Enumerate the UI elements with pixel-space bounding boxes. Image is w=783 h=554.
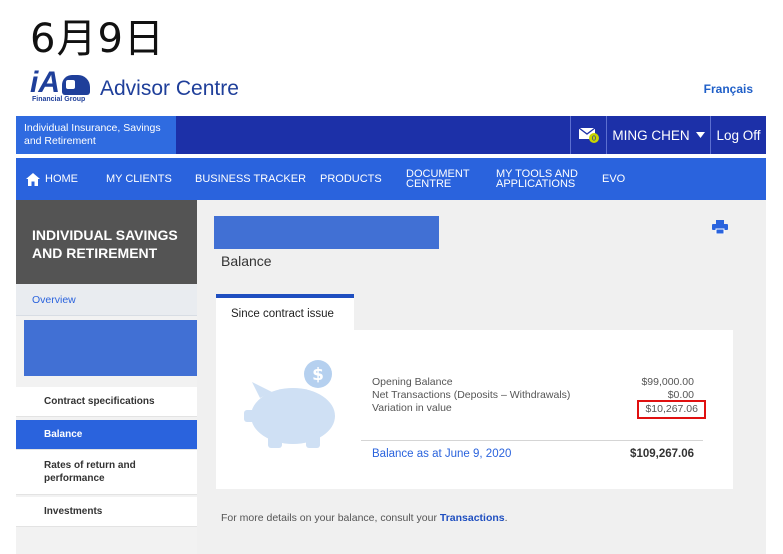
piggy-bank-icon: $ [244, 360, 335, 448]
nav-products[interactable]: PRODUCTS [320, 158, 382, 200]
brand: iA Financial Group Advisor Centre [30, 66, 239, 106]
language-link[interactable]: Français [704, 82, 753, 96]
sidebar-item-contract-specifications[interactable]: Contract specifications [16, 387, 197, 417]
balance-rows: Opening Balance $99,000.00 Net Transacti… [372, 376, 706, 419]
mail-count: 0 [591, 135, 595, 143]
footnote-text: For more details on your balance, consul… [221, 512, 440, 524]
nav-document-centre[interactable]: DOCUMENT CENTRE [406, 158, 470, 200]
logo-subtext: Financial Group [32, 96, 86, 103]
section-label[interactable]: Individual Insurance, Savings and Retire… [16, 116, 176, 154]
nav-home-label: HOME [45, 173, 78, 185]
logoff-button[interactable]: Log Off [710, 116, 766, 154]
date-heading: 6月9日 [30, 16, 165, 62]
sidebar-heading: INDIVIDUAL SAVINGS AND RETIREMENT [16, 200, 197, 284]
sidebar-item-overview[interactable]: Overview [16, 284, 197, 316]
total-amount: $109,267.06 [630, 448, 694, 460]
elephant-icon [62, 75, 90, 95]
home-icon [26, 172, 40, 186]
nav-my-clients[interactable]: MY CLIENTS [106, 158, 172, 200]
footnote-suffix: . [504, 512, 508, 524]
row-label: Opening Balance [372, 376, 453, 388]
divider [361, 440, 703, 441]
row-label: Net Transactions (Deposits – Withdrawals… [372, 389, 571, 401]
balance-total: Balance as at June 9, 2020 $109,267.06 [372, 448, 694, 460]
sidebar-item-rates-of-return[interactable]: Rates of return and performance [16, 450, 197, 495]
nav-evo[interactable]: EVO [602, 158, 625, 200]
footnote: For more details on your balance, consul… [221, 512, 508, 524]
nav-my-tools[interactable]: MY TOOLS AND APPLICATIONS [496, 158, 578, 200]
ia-logo[interactable]: iA Financial Group [30, 66, 92, 106]
main-content: Balance Since contract issue $ Opening B… [197, 200, 766, 554]
app-title: Advisor Centre [100, 77, 239, 100]
top-bar: Individual Insurance, Savings and Retire… [16, 116, 766, 154]
mail-button[interactable]: 0 [570, 116, 606, 154]
transactions-link[interactable]: Transactions [440, 512, 505, 524]
user-name: MING CHEN [612, 127, 690, 143]
mail-icon: 0 [578, 127, 599, 143]
sidebar-item-investments[interactable]: Investments [16, 497, 197, 527]
row-label: Variation in value [372, 402, 452, 414]
user-menu[interactable]: MING CHEN [606, 116, 710, 154]
tab-since-contract-issue[interactable]: Since contract issue [216, 294, 354, 330]
redacted-contract-title [214, 216, 439, 249]
nav-home[interactable]: HOME [26, 158, 78, 200]
print-icon[interactable] [712, 220, 728, 234]
sidebar-item-balance[interactable]: Balance [16, 420, 204, 450]
redacted-block [24, 320, 212, 376]
caret-down-icon [695, 132, 705, 138]
svg-text:$: $ [312, 365, 324, 385]
row-value: $99,000.00 [641, 376, 694, 388]
total-label: Balance as at June 9, 2020 [372, 448, 512, 460]
row-variation-in-value: Variation in value $10,267.06 [372, 400, 706, 419]
logo-text: iA [30, 66, 60, 99]
page-title: Balance [221, 253, 272, 269]
main-nav: HOME MY CLIENTS BUSINESS TRACKER PRODUCT… [16, 158, 766, 200]
highlighted-value: $10,267.06 [637, 400, 706, 419]
balance-card: $ Opening Balance $99,000.00 Net Transac… [216, 330, 733, 489]
nav-business-tracker[interactable]: BUSINESS TRACKER [195, 158, 306, 200]
sidebar: INDIVIDUAL SAVINGS AND RETIREMENT Overvi… [16, 200, 212, 554]
row-opening-balance: Opening Balance $99,000.00 [372, 376, 694, 389]
